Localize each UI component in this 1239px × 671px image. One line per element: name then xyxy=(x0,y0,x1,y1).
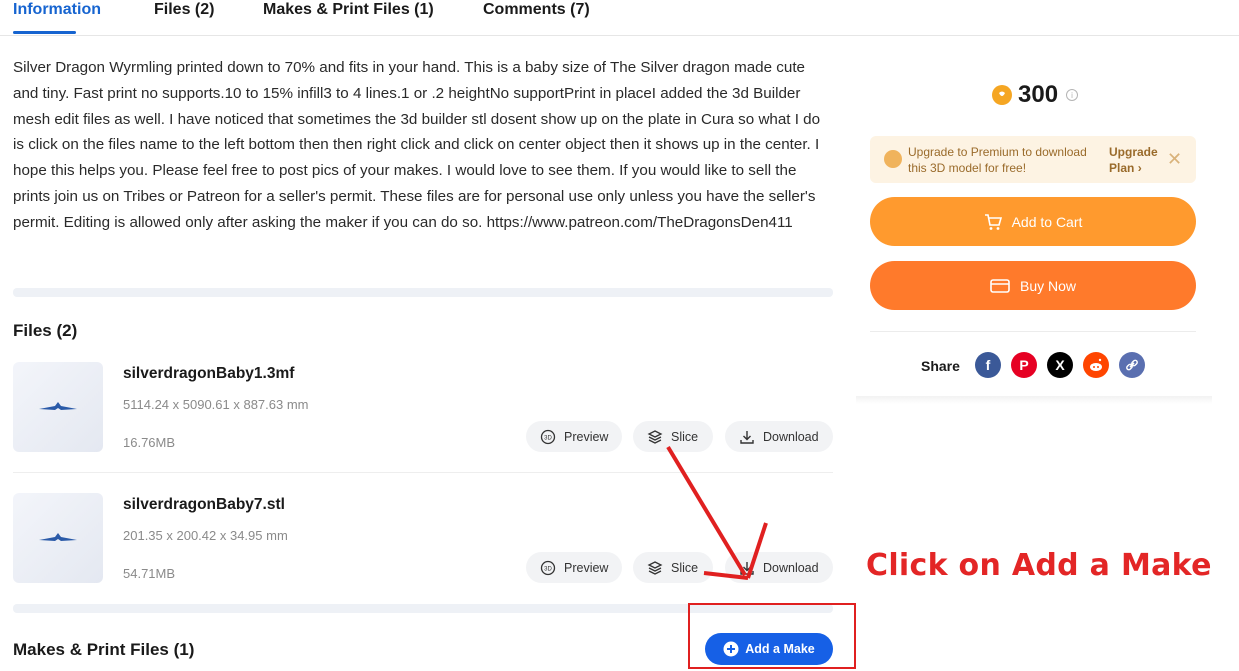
annotation-text: Click on Add a Make xyxy=(866,548,1212,583)
annotation-highlight-box xyxy=(688,603,856,669)
